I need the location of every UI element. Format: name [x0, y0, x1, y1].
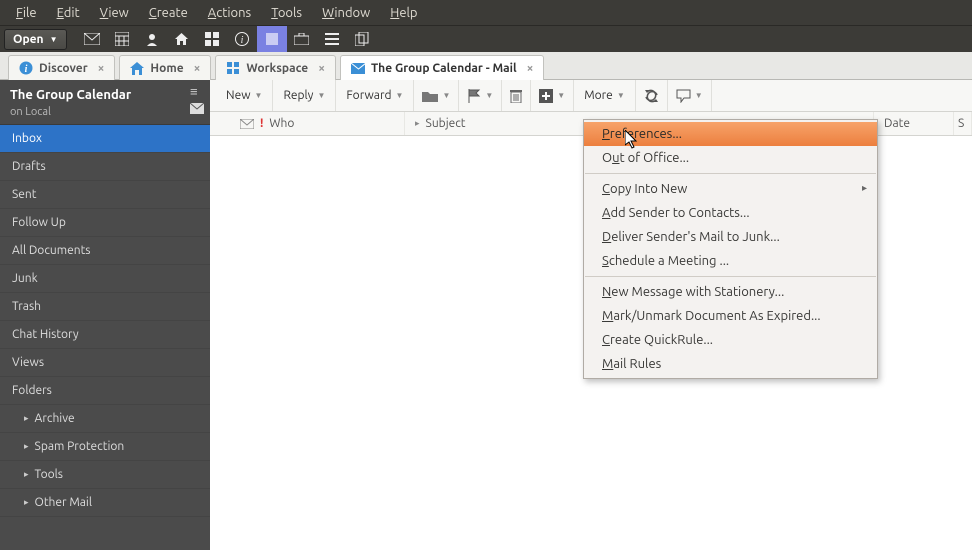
sidebar-item-junk[interactable]: Junk: [0, 265, 210, 293]
sidebar-item-drafts[interactable]: Drafts: [0, 153, 210, 181]
refresh-button[interactable]: [636, 80, 668, 111]
menu-item-new-message-with-stationery[interactable]: New Message with Stationery...: [584, 280, 877, 304]
sidebar-list: InboxDraftsSentFollow UpAll DocumentsJun…: [0, 125, 210, 517]
sidebar-subitem-other-mail[interactable]: Other Mail: [0, 489, 210, 517]
sidebar-subitem-spam-protection[interactable]: Spam Protection: [0, 433, 210, 461]
reply-button[interactable]: Reply▼: [273, 80, 336, 111]
close-icon[interactable]: ×: [98, 62, 105, 75]
expander-icon: ▸: [415, 118, 420, 129]
sidebar-item-inbox[interactable]: Inbox: [0, 125, 210, 153]
new-button[interactable]: New▼: [216, 80, 273, 111]
mail-icon: [351, 61, 365, 75]
menu-item-mail-rules[interactable]: Mail Rules: [584, 352, 877, 376]
envelope-icon: [240, 119, 254, 129]
sidebar: The Group Calendar on Local ≡ InboxDraft…: [0, 80, 210, 550]
sidebar-item-chat-history[interactable]: Chat History: [0, 321, 210, 349]
sidebar-item-all-documents[interactable]: All Documents: [0, 237, 210, 265]
flag-button[interactable]: ▼: [459, 80, 502, 111]
toolbar: New▼ Reply▼ Forward▼ ▼ ▼ ▼ More▼ ▼: [210, 80, 972, 112]
menu-edit[interactable]: Edit: [47, 2, 90, 24]
home-icon: [130, 61, 144, 75]
list-icon[interactable]: [317, 26, 347, 52]
tab-the-group-calendar-mail[interactable]: The Group Calendar - Mail×: [340, 55, 544, 80]
copy-icon[interactable]: [347, 26, 377, 52]
close-icon[interactable]: ×: [527, 62, 534, 75]
sidebar-item-views[interactable]: Views: [0, 349, 210, 377]
tabbar: iDiscover×Home×Workspace×The Group Calen…: [0, 52, 972, 80]
selected-tool-icon[interactable]: [257, 26, 287, 52]
column-date[interactable]: Date: [874, 112, 954, 135]
menu-help[interactable]: Help: [380, 2, 427, 24]
sidebar-item-trash[interactable]: Trash: [0, 293, 210, 321]
home-icon[interactable]: [167, 26, 197, 52]
open-button[interactable]: Open▼: [4, 29, 67, 50]
delete-button[interactable]: [502, 80, 531, 111]
sidebar-item-folders[interactable]: Folders: [0, 377, 210, 405]
menu-window[interactable]: Window: [312, 2, 380, 24]
apps-icon[interactable]: [197, 26, 227, 52]
folder-button[interactable]: ▼: [414, 80, 459, 111]
close-icon[interactable]: ×: [318, 62, 325, 75]
sidebar-item-follow-up[interactable]: Follow Up: [0, 209, 210, 237]
hamburger-icon[interactable]: ≡: [190, 86, 204, 99]
menu-item-mark-unmark-document-as-expired[interactable]: Mark/Unmark Document As Expired...: [584, 304, 877, 328]
menu-view[interactable]: View: [90, 2, 139, 24]
menu-create[interactable]: Create: [139, 2, 198, 24]
priority-icon: !: [260, 117, 263, 130]
menu-actions[interactable]: Actions: [198, 2, 261, 24]
svg-text:i: i: [240, 35, 243, 46]
separator: [585, 173, 876, 174]
chat-button[interactable]: ▼: [668, 80, 712, 111]
mail-icon[interactable]: [77, 26, 107, 52]
more-button[interactable]: More▼: [574, 80, 636, 111]
separator: [585, 276, 876, 277]
tab-home[interactable]: Home×: [119, 55, 211, 80]
forward-button[interactable]: Forward▼: [336, 80, 414, 111]
sidebar-subitem-tools[interactable]: Tools: [0, 461, 210, 489]
calendar-icon[interactable]: [107, 26, 137, 52]
menu-file[interactable]: File: [6, 2, 47, 24]
briefcase-icon[interactable]: [287, 26, 317, 52]
grid-icon: [226, 61, 240, 75]
tab-workspace[interactable]: Workspace×: [215, 55, 336, 80]
info-icon[interactable]: i: [227, 26, 257, 52]
compose-icon[interactable]: [190, 103, 204, 114]
sidebar-item-sent[interactable]: Sent: [0, 181, 210, 209]
sidebar-title: The Group Calendar: [10, 88, 200, 102]
menu-tools[interactable]: Tools: [261, 2, 312, 24]
menu-item-out-of-office[interactable]: Out of Office...: [584, 146, 877, 170]
menu-item-deliver-sender-s-mail-to-junk[interactable]: Deliver Sender's Mail to Junk...: [584, 225, 877, 249]
sidebar-subitem-archive[interactable]: Archive: [0, 405, 210, 433]
sidebar-subtitle: on Local: [10, 106, 200, 118]
info-icon: i: [19, 61, 33, 75]
person-icon[interactable]: [137, 26, 167, 52]
column-size[interactable]: S: [954, 112, 972, 135]
more-dropdown: Preferences...Out of Office... Copy Into …: [583, 119, 878, 379]
sidebar-header: The Group Calendar on Local ≡: [0, 80, 210, 125]
add-button[interactable]: ▼: [531, 80, 574, 111]
iconbar: Open▼ i: [0, 25, 972, 52]
column-who[interactable]: ! Who: [210, 112, 405, 135]
close-icon[interactable]: ×: [194, 62, 201, 75]
menu-item-create-quickrule[interactable]: Create QuickRule...: [584, 328, 877, 352]
tab-discover[interactable]: iDiscover×: [8, 55, 115, 80]
svg-text:i: i: [25, 64, 28, 75]
menu-item-copy-into-new[interactable]: Copy Into New: [584, 177, 877, 201]
menu-item-preferences[interactable]: Preferences...: [584, 122, 877, 146]
menu-item-schedule-a-meeting[interactable]: Schedule a Meeting ...: [584, 249, 877, 273]
menubar: FileEditViewCreateActionsToolsWindowHelp: [0, 0, 972, 25]
menu-item-add-sender-to-contacts[interactable]: Add Sender to Contacts...: [584, 201, 877, 225]
